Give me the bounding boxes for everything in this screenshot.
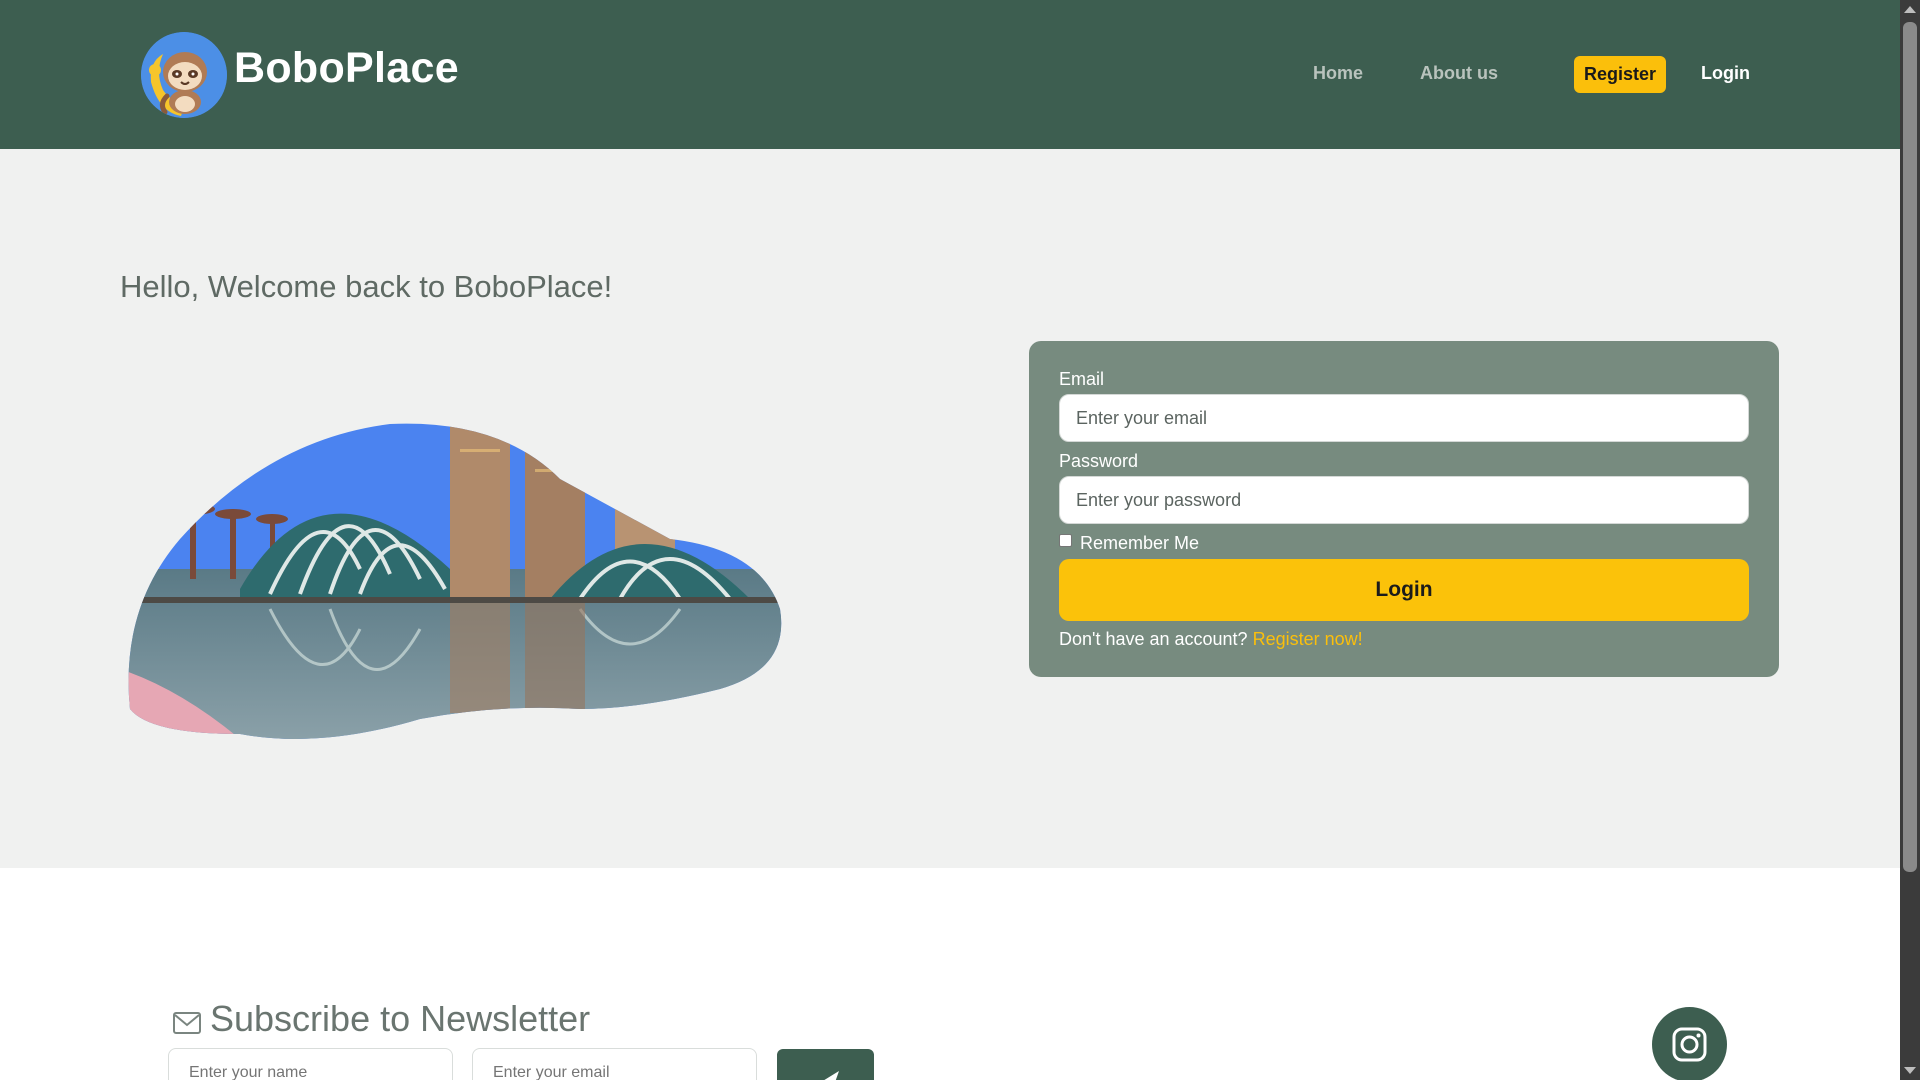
email-input[interactable] [1059,394,1749,442]
remember-me-label: Remember Me [1080,533,1200,553]
nav-home-link[interactable]: Home [1313,63,1363,84]
newsletter-send-button[interactable] [777,1049,874,1080]
scroll-down-arrow-icon[interactable] [1904,1067,1916,1074]
scroll-thumb[interactable] [1903,22,1917,872]
page-scrollbar[interactable] [1900,0,1920,1080]
instagram-icon [1672,1027,1707,1062]
welcome-heading: Hello, Welcome back to BoboPlace! [120,269,613,304]
login-card: Email Password Remember Me Login Don't h… [1029,341,1779,677]
register-now-link[interactable]: Register now! [1253,629,1363,649]
nav-about-link[interactable]: About us [1420,63,1498,84]
singapore-skyline-illustration [128,423,782,739]
instagram-button[interactable] [1652,1007,1727,1080]
hero-section: Hello, Welcome back to BoboPlace! Email … [0,149,1900,868]
nav-register-button[interactable]: Register [1574,56,1666,93]
sloth-logo-icon[interactable] [141,32,227,118]
newsletter-name-input[interactable] [168,1048,453,1080]
login-submit-button[interactable]: Login [1059,559,1749,621]
register-prompt: Don't have an account? Register now! [1059,629,1363,650]
site-header: BoboPlace Home About us Register Login [0,0,1900,149]
brand-name[interactable]: BoboPlace [234,44,459,93]
newsletter-title: Subscribe to Newsletter [210,998,591,1039]
email-label: Email [1059,369,1105,389]
mail-icon [173,1012,201,1034]
newsletter-email-input[interactable] [472,1048,757,1080]
newsletter-section: Subscribe to Newsletter [0,868,1900,1080]
password-label: Password [1059,451,1139,471]
scroll-up-arrow-icon[interactable] [1904,6,1916,13]
remember-me-checkbox[interactable] [1059,534,1072,547]
no-account-text: Don't have an account? [1059,629,1248,649]
remember-me: Remember Me [1059,533,1199,554]
password-input[interactable] [1059,476,1749,524]
nav-login-link[interactable]: Login [1701,63,1750,84]
send-icon [824,1071,839,1080]
